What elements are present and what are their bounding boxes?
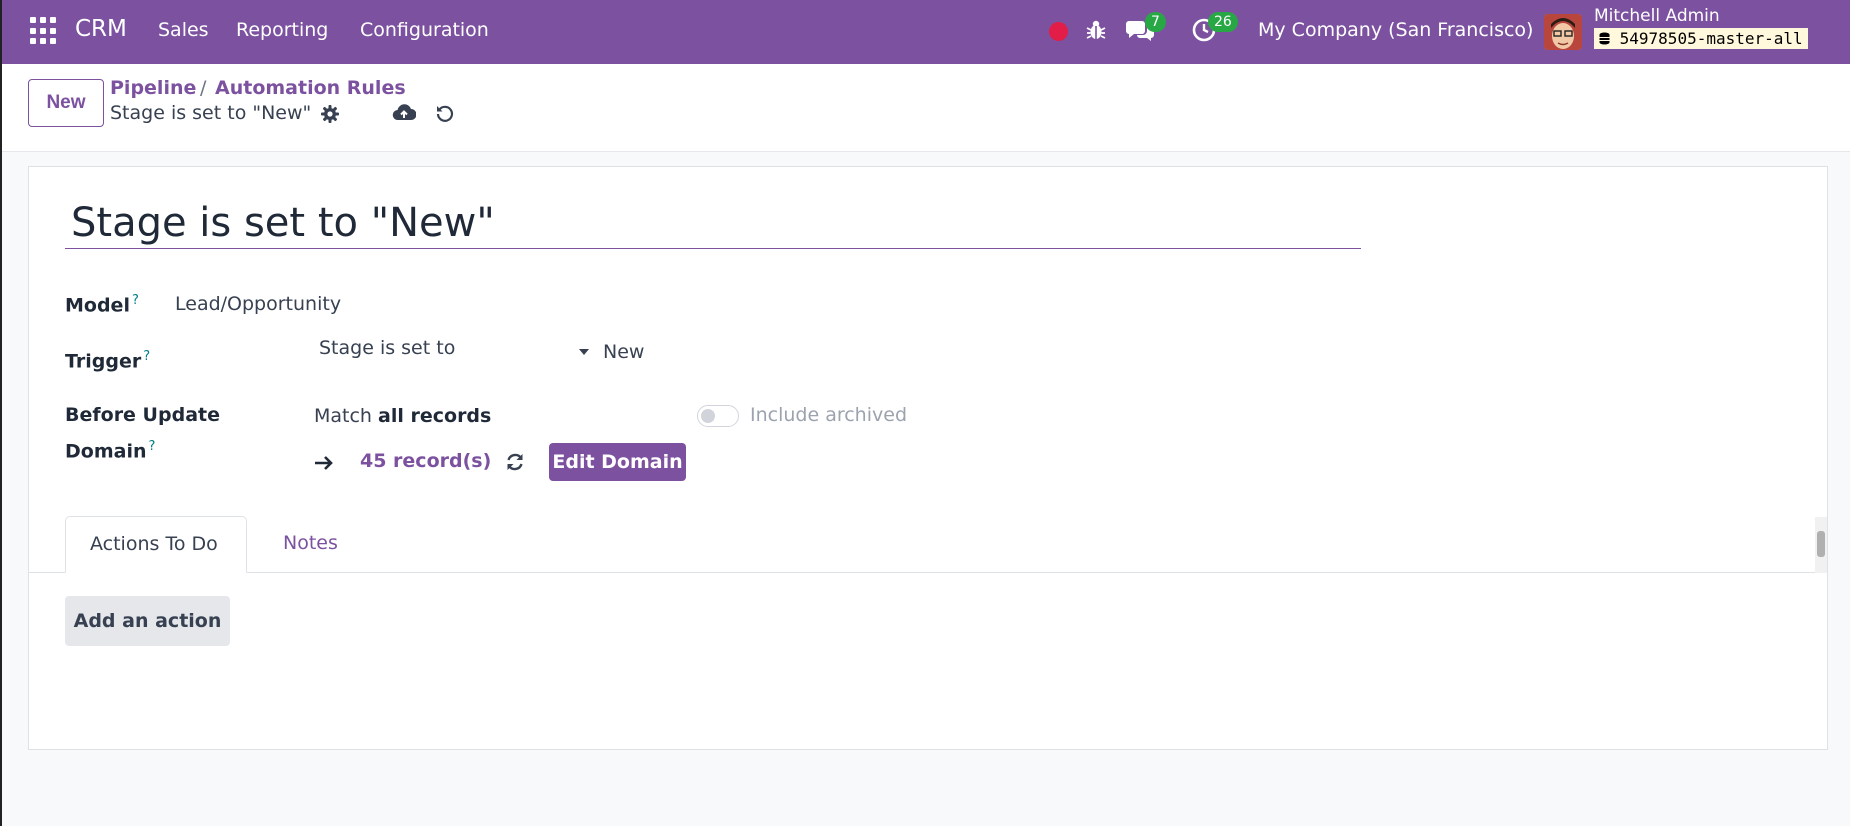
model-value: Lead/Opportunity	[175, 293, 342, 315]
breadcrumb-pipeline[interactable]: Pipeline	[110, 77, 196, 99]
database-label: 54978505-master-all	[1619, 29, 1803, 48]
form-sheet: Model? Lead/Opportunity Trigger? Stage i…	[28, 166, 1828, 750]
database-icon	[1599, 32, 1610, 45]
discard-undo-icon[interactable]	[435, 103, 455, 128]
trigger-select-value: Stage is set to	[319, 337, 456, 359]
save-cloud-icon[interactable]	[392, 103, 417, 128]
control-panel: New Pipeline / Automation Rules Stage is…	[2, 64, 1850, 152]
tab-notes[interactable]: Notes	[259, 516, 362, 573]
record-dot-icon[interactable]	[1049, 22, 1068, 41]
add-action-button[interactable]: Add an action	[65, 596, 230, 646]
menu-sales[interactable]: Sales	[158, 19, 209, 41]
include-archived-toggle[interactable]	[697, 405, 739, 427]
trigger-label: Trigger?	[65, 341, 150, 377]
user-name[interactable]: Mitchell Admin	[1594, 6, 1720, 26]
trigger-select[interactable]: Stage is set to	[319, 337, 589, 369]
menu-configuration[interactable]: Configuration	[360, 19, 489, 41]
tab-actions-to-do[interactable]: Actions To Do	[65, 516, 247, 573]
arrow-right-icon	[314, 452, 334, 476]
trigger-help-icon[interactable]: ?	[143, 349, 150, 364]
menu-reporting[interactable]: Reporting	[236, 19, 328, 41]
trigger-label-text: Trigger	[65, 350, 142, 373]
activities-count-badge: 26	[1208, 12, 1238, 32]
trigger-stage-field[interactable]: New	[603, 341, 644, 363]
edit-domain-button[interactable]: Edit Domain	[549, 443, 686, 481]
match-value[interactable]: all records	[378, 405, 491, 427]
apps-grid-icon[interactable]	[30, 17, 58, 45]
app-name[interactable]: CRM	[75, 16, 127, 42]
match-records-text: Match all records	[314, 405, 491, 427]
rule-name-input[interactable]	[65, 197, 1361, 249]
breadcrumb-automation-rules[interactable]: Automation Rules	[215, 77, 406, 99]
breadcrumb-current: Stage is set to "New"	[110, 102, 312, 124]
messages-count-badge: 7	[1145, 12, 1166, 32]
model-label: Model?	[65, 285, 139, 321]
gear-icon[interactable]	[320, 104, 340, 129]
domain-label-line2: Domain?	[65, 431, 155, 467]
company-switcher[interactable]: My Company (San Francisco)	[1258, 19, 1533, 41]
breadcrumb-separator: /	[200, 77, 207, 99]
user-avatar[interactable]	[1544, 14, 1582, 50]
domain-label-line1: Before Update	[65, 404, 220, 426]
domain-records-link[interactable]: 45 record(s)	[360, 450, 491, 472]
refresh-icon[interactable]	[505, 452, 525, 477]
new-button[interactable]: New	[28, 79, 104, 127]
bug-icon[interactable]	[1086, 19, 1106, 46]
model-label-text: Model	[65, 294, 130, 317]
match-prefix: Match	[314, 405, 372, 427]
tabs-scrollbar[interactable]	[1815, 517, 1827, 573]
model-help-icon[interactable]: ?	[132, 293, 139, 308]
main-navbar: CRM Sales Reporting Configuration 7 26 M…	[2, 0, 1850, 64]
domain-help-icon[interactable]: ?	[148, 439, 155, 454]
domain-label-text: Domain	[65, 440, 147, 463]
chevron-down-icon	[579, 349, 589, 355]
include-archived-label: Include archived	[750, 404, 908, 426]
database-name: 54978505-master-all	[1594, 28, 1808, 49]
scrollbar-thumb[interactable]	[1817, 531, 1825, 557]
